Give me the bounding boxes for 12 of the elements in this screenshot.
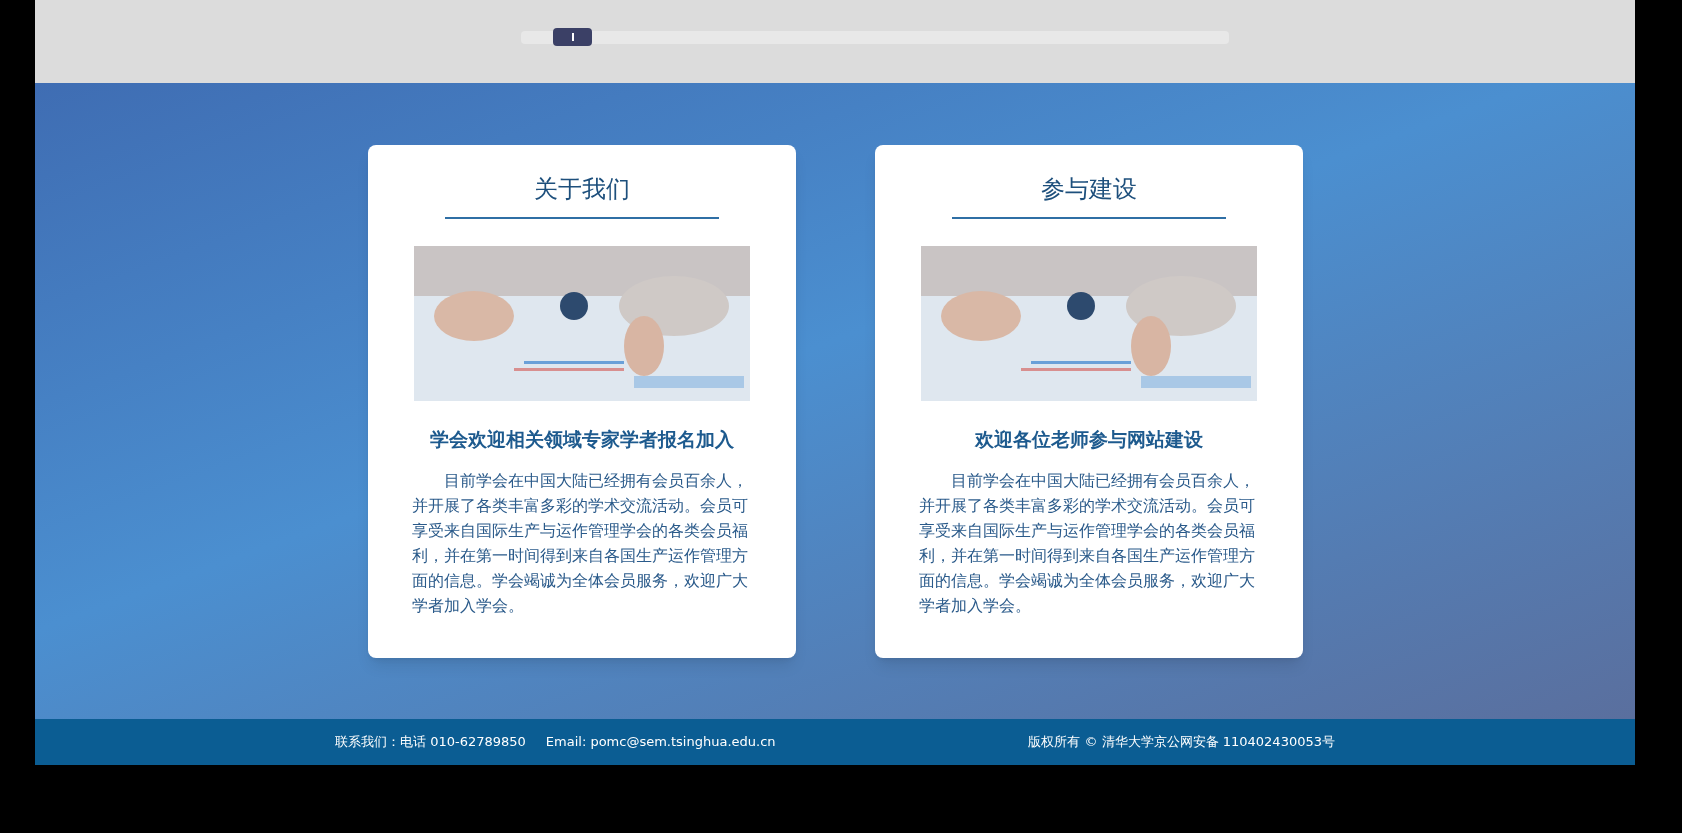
card-title: 关于我们 [444, 171, 719, 219]
footer-contact: 联系我们：电话 010-62789850 [335, 733, 526, 752]
scrollbar-thumb[interactable] [553, 28, 592, 46]
card-headline: 欢迎各位老师参与网站建设 [974, 427, 1203, 452]
card-paragraph: 目前学会在中国大陆已经拥有会员百余人，并开展了各类丰富多彩的学术交流活动。会员可享受来自国际生产与运作管理学会的各类会员福利，并在第一时间得到来自各国生产运作管理方面的信息。学会竭诚为全体会员服务，欢迎广大学者加入学会。 [411, 469, 749, 617]
footer-copyright: 版权所有 © 清华大学京公网安备 110402430053号 [1028, 733, 1335, 752]
card-paragraph: 目前学会在中国大陆已经拥有会员百余人，并开展了各类丰富多彩的学术交流活动。会员可享受来自国际生产与运作管理学会的各类会员福利，并在第一时间得到来自各国生产运作管理方面的信息。学会竭诚为全体会员服务，欢迎广大学者加入学会。 [918, 469, 1256, 617]
footer-email: Email: pomc@sem.tsinghua.edu.cn [545, 733, 776, 752]
card-title: 参与建设 [951, 171, 1226, 219]
scrollbar-track[interactable] [521, 31, 1229, 44]
card-headline: 学会欢迎相关领域专家学者报名加入 [429, 427, 734, 452]
grip-icon [571, 33, 574, 41]
